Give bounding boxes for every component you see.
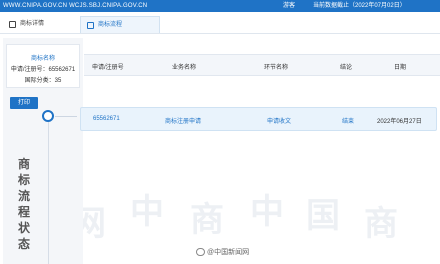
data-cutoff-date: 当前数据截止（2022年07月02日） bbox=[313, 3, 406, 9]
cell-date: 2022年06月27日 bbox=[377, 119, 422, 125]
site-url[interactable]: WWW.CNIPA.GOV.CN WCJS.SBJ.CNIPA.GOV.CN bbox=[3, 0, 147, 12]
vertical-title-char: 态 bbox=[17, 237, 30, 251]
cell-business: 商标注册申请 bbox=[165, 119, 202, 125]
watermark-char: 中 bbox=[250, 193, 284, 231]
watermark-char: 商 bbox=[190, 201, 224, 239]
watermark-char: 商 bbox=[364, 205, 398, 243]
tab-bar: 商标详情 商标流程 bbox=[0, 12, 440, 34]
watermark-char: 中 bbox=[130, 193, 164, 231]
print-button[interactable]: 打印 bbox=[10, 97, 38, 109]
document-icon bbox=[87, 22, 94, 29]
process-status-vertical-title: 商 标 流 程 状 态 bbox=[15, 156, 33, 252]
cell-result: 结束 bbox=[342, 119, 355, 125]
trademark-info-box: 商标名称 申请/注册号：65562671 国际分类：35 bbox=[6, 44, 80, 88]
tab-trademark-process[interactable]: 商标流程 bbox=[80, 16, 160, 33]
weibo-icon bbox=[196, 248, 205, 257]
top-bar: WWW.CNIPA.GOV.CN WCJS.SBJ.CNIPA.GOV.CN 游… bbox=[0, 0, 440, 12]
column-header-number: 申请/注册号 bbox=[92, 65, 124, 71]
trademark-name-label: 商标名称 bbox=[30, 56, 55, 62]
column-header-result: 结论 bbox=[340, 65, 353, 71]
timeline-connector bbox=[55, 116, 77, 117]
column-header-date: 日期 bbox=[394, 65, 407, 71]
tab-trademark-details[interactable]: 商标详情 bbox=[3, 16, 75, 33]
column-header-business: 业务名称 bbox=[172, 65, 197, 71]
tab-label: 商标详情 bbox=[20, 21, 45, 27]
timeline-node bbox=[42, 110, 54, 122]
cell-number: 65562671 bbox=[93, 116, 120, 122]
credit-text: @中国新闻网 bbox=[207, 249, 250, 256]
document-icon bbox=[9, 21, 16, 28]
table-header: 申请/注册号 业务名称 环节名称 结论 日期 bbox=[84, 54, 440, 76]
tab-label: 商标流程 bbox=[98, 22, 123, 28]
cell-step: 申请收文 bbox=[267, 119, 292, 125]
international-class: 国际分类：35 bbox=[24, 78, 62, 84]
vertical-title-char: 标 bbox=[17, 173, 30, 187]
watermark-char: 国 bbox=[306, 197, 340, 235]
vertical-title-char: 流 bbox=[17, 189, 30, 203]
column-header-step: 环节名称 bbox=[264, 65, 289, 71]
vertical-title-char: 状 bbox=[17, 221, 30, 235]
source-credit: @中国新闻网 bbox=[196, 247, 249, 257]
table-row[interactable]: 65562671 商标注册申请 申请收文 结束 2022年06月27日 bbox=[80, 107, 437, 131]
application-number: 申请/注册号：65562671 bbox=[10, 67, 76, 73]
vertical-title-char: 程 bbox=[17, 205, 30, 219]
process-table: 申请/注册号 业务名称 环节名称 结论 日期 bbox=[84, 38, 440, 98]
timeline-line bbox=[48, 112, 49, 264]
vertical-title-char: 商 bbox=[17, 157, 30, 171]
user-label[interactable]: 游客 bbox=[283, 0, 295, 12]
